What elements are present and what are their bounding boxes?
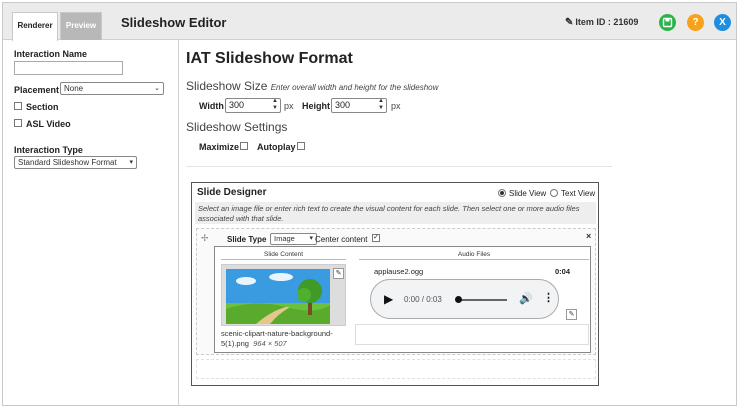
sidebar: Interaction Name Placement None ⌄ Sectio… — [3, 40, 179, 406]
width-value: 300 — [229, 100, 245, 110]
caret-down-icon: ▾ — [309, 235, 313, 242]
placement-label: Placement — [14, 85, 60, 95]
slide-content-header: Slide Content — [221, 250, 346, 260]
stepper-icon[interactable]: ▲ ▼ — [272, 98, 278, 112]
slideshow-settings-heading: Slideshow Settings — [186, 120, 288, 134]
more-options-icon[interactable]: ⋮ — [543, 291, 554, 304]
center-content-checkbox[interactable]: ✓ — [372, 234, 380, 242]
height-value: 300 — [335, 100, 351, 110]
slide-type-label: Slide Type — [227, 235, 267, 244]
add-slide-placeholder[interactable] — [196, 359, 596, 379]
remove-slide-icon[interactable]: × — [586, 231, 591, 241]
interaction-name-label: Interaction Name — [14, 49, 88, 59]
edit-audio-button[interactable]: ✎ — [566, 309, 577, 320]
tab-preview[interactable]: Preview — [60, 12, 102, 40]
width-input[interactable]: 300 ▲ ▼ — [225, 98, 281, 113]
volume-icon[interactable]: 🔊 — [519, 292, 533, 305]
autoplay-label: Autoplay — [257, 142, 296, 152]
slide-image-preview: ✎ — [221, 264, 346, 326]
image-caption: scenic-clipart-nature-background-5(1).pn… — [221, 329, 346, 349]
placement-select[interactable]: None ⌄ — [60, 82, 164, 95]
close-button[interactable]: X — [714, 14, 731, 31]
caret-down-icon: ▾ — [129, 159, 133, 166]
play-icon[interactable]: ▶ — [384, 292, 393, 306]
audio-player: ▶ 0:00 / 0:03 🔊 ⋮ — [370, 279, 559, 319]
section-checkbox[interactable] — [14, 102, 22, 110]
tab-renderer[interactable]: Renderer — [12, 12, 58, 41]
player-time: 0:00 / 0:03 — [404, 295, 442, 304]
designer-instructions: Select an image file or enter rich text … — [195, 202, 596, 224]
seek-handle[interactable] — [455, 296, 462, 303]
text-view-label: Text View — [561, 189, 596, 198]
nature-scene-image — [226, 269, 330, 324]
section-label: Section — [26, 102, 59, 112]
height-label: Height — [302, 101, 330, 111]
drag-handle-icon[interactable]: ✢ — [201, 233, 209, 244]
slide-panel: Slide Content Audio Files ✎ scenic-clipa… — [214, 246, 591, 353]
image-dimensions: 964 × 507 — [253, 339, 287, 348]
slideshow-size-hint: Enter overall width and height for the s… — [270, 83, 439, 92]
audio-section: applause2.ogg 0:04 ▶ 0:00 / 0:03 🔊 ⋮ ✎ — [351, 247, 591, 354]
slide-card: ✢ × Slide Type Image ▾ Center content ✓ … — [196, 228, 596, 355]
maximize-label: Maximize — [199, 142, 240, 152]
interaction-name-input[interactable] — [14, 61, 123, 75]
page-title: IAT Slideshow Format — [186, 50, 353, 67]
help-button[interactable]: ? — [687, 14, 704, 31]
placement-value: None — [64, 84, 84, 93]
editor-title: Slideshow Editor — [121, 15, 227, 30]
width-unit: px — [284, 101, 294, 111]
item-id-label: Item ID : 21609 — [575, 17, 639, 27]
item-id: ✎ Item ID : 21609 — [565, 17, 638, 28]
slide-designer-title: Slide Designer — [197, 187, 267, 198]
interaction-type-label: Interaction Type — [14, 145, 83, 155]
seek-bar[interactable] — [457, 299, 507, 301]
stepper-icon[interactable]: ▲ ▼ — [378, 98, 384, 112]
slide-view-label: Slide View — [509, 189, 547, 198]
asl-video-checkbox[interactable] — [14, 119, 22, 127]
add-audio-slot[interactable] — [355, 324, 589, 345]
width-label: Width — [199, 101, 224, 111]
chevron-down-icon: ⌄ — [154, 85, 160, 92]
slideshow-size-title: Slideshow Size — [186, 79, 268, 93]
editor-header: Renderer Preview Slideshow Editor ✎ Item … — [3, 3, 736, 41]
slide-designer: Slide Designer Slide View Text View Sele… — [191, 182, 599, 386]
edit-image-button[interactable]: ✎ — [333, 268, 344, 279]
slide-type-value: Image — [274, 234, 295, 243]
slide-view-radio[interactable] — [498, 189, 506, 197]
slideshow-size-heading: Slideshow Size Enter overall width and h… — [186, 79, 438, 93]
save-icon — [662, 17, 673, 28]
save-button[interactable] — [659, 14, 676, 31]
height-unit: px — [391, 101, 401, 111]
maximize-checkbox[interactable] — [240, 142, 248, 150]
slide-type-select[interactable]: Image ▾ — [270, 233, 317, 245]
audio-filename: applause2.ogg — [374, 267, 424, 276]
text-view-radio[interactable] — [550, 189, 558, 197]
pencil-icon: ✎ — [565, 17, 574, 28]
audio-duration: 0:04 — [555, 267, 571, 276]
center-content-label: Center content — [315, 235, 368, 244]
autoplay-checkbox[interactable] — [297, 142, 305, 150]
height-input[interactable]: 300 ▲ ▼ — [331, 98, 387, 113]
divider — [186, 166, 612, 167]
asl-video-label: ASL Video — [26, 119, 71, 129]
interaction-type-value: Standard Slideshow Format — [18, 158, 117, 167]
interaction-type-select[interactable]: Standard Slideshow Format ▾ — [14, 156, 137, 169]
